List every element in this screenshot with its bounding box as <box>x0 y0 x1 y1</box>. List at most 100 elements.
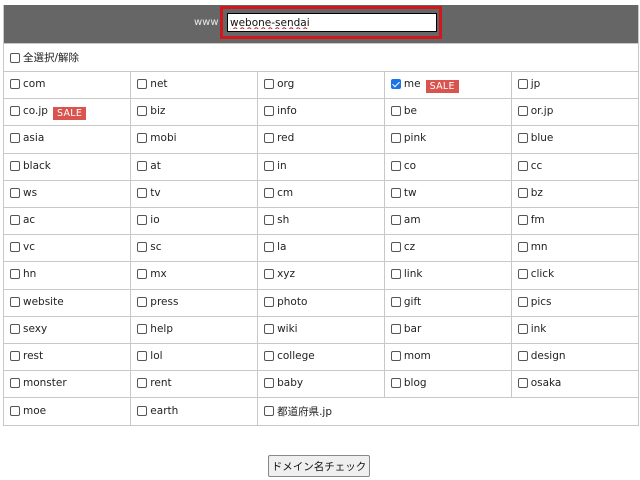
tld-cell[interactable]: sc <box>130 234 259 263</box>
tld-checkbox[interactable] <box>517 323 528 334</box>
tld-cell[interactable]: biz <box>130 98 259 127</box>
tld-checkbox[interactable] <box>264 378 275 389</box>
tld-cell[interactable]: or.jp <box>510 98 638 127</box>
tld-cell[interactable]: college <box>257 342 385 372</box>
tld-checkbox[interactable] <box>264 406 275 417</box>
tld-checkbox[interactable] <box>264 350 275 361</box>
tld-cell[interactable]: help <box>130 315 259 344</box>
tld-checkbox[interactable] <box>517 187 528 198</box>
tld-cell[interactable]: press <box>130 288 259 317</box>
tld-checkbox[interactable] <box>10 323 20 334</box>
tld-cell[interactable]: wiki <box>257 315 385 344</box>
tld-checkbox[interactable] <box>10 242 20 253</box>
tld-checkbox[interactable] <box>10 187 20 198</box>
tld-checkbox[interactable] <box>264 242 275 253</box>
tld-cell[interactable]: io <box>130 206 259 236</box>
tld-checkbox[interactable] <box>137 378 148 389</box>
tld-cell[interactable]: fm <box>510 206 638 236</box>
tld-checkbox[interactable] <box>137 215 148 226</box>
tld-cell[interactable]: red <box>257 125 385 154</box>
tld-cell[interactable]: tw <box>383 179 512 208</box>
tld-cell[interactable]: baby <box>257 370 385 399</box>
tld-cell[interactable]: xyz <box>257 261 385 290</box>
tld-checkbox[interactable] <box>10 296 20 307</box>
tld-cell[interactable]: osaka <box>510 370 638 399</box>
tld-checkbox[interactable] <box>10 215 20 226</box>
tld-checkbox[interactable] <box>137 133 148 144</box>
tld-cell[interactable]: mx <box>130 261 259 290</box>
tld-cell[interactable]: at <box>130 152 259 181</box>
tld-checkbox[interactable] <box>390 160 401 171</box>
tld-cell[interactable]: com <box>4 70 132 100</box>
tld-cell[interactable]: click <box>510 261 638 290</box>
tld-cell[interactable]: co <box>383 152 512 181</box>
tld-cell[interactable]: sh <box>257 206 385 236</box>
tld-checkbox[interactable] <box>264 323 275 334</box>
tld-checkbox[interactable] <box>390 106 401 117</box>
tld-cell[interactable]: rest <box>4 342 132 372</box>
tld-cell[interactable]: ac <box>4 206 132 236</box>
tld-checkbox[interactable] <box>137 242 148 253</box>
tld-checkbox[interactable] <box>10 133 20 144</box>
tld-checkbox[interactable] <box>264 296 275 307</box>
tld-cell[interactable]: net <box>130 70 259 100</box>
tld-cell[interactable]: asia <box>4 125 132 154</box>
tld-checkbox[interactable] <box>390 78 401 89</box>
tld-checkbox[interactable] <box>390 242 401 253</box>
tld-cell[interactable]: pink <box>383 125 512 154</box>
tld-checkbox[interactable] <box>517 79 528 90</box>
tld-checkbox[interactable] <box>517 242 528 253</box>
tld-checkbox[interactable] <box>517 296 528 307</box>
tld-cell[interactable]: vc <box>4 234 132 263</box>
tld-checkbox[interactable] <box>517 378 528 389</box>
tld-checkbox[interactable] <box>264 79 275 90</box>
tld-checkbox[interactable] <box>517 350 528 361</box>
tld-checkbox[interactable] <box>137 405 148 416</box>
domain-name-input[interactable] <box>227 13 437 32</box>
tld-checkbox[interactable] <box>137 79 148 90</box>
tld-checkbox[interactable] <box>517 269 528 280</box>
tld-cell[interactable]: jp <box>510 70 638 100</box>
tld-cell[interactable]: link <box>383 261 512 290</box>
tld-cell[interactable]: bz <box>510 179 638 208</box>
tld-checkbox[interactable] <box>517 160 528 171</box>
tld-cell[interactable]: gift <box>383 288 512 317</box>
tld-cell[interactable]: hn <box>4 261 132 290</box>
tld-checkbox[interactable] <box>137 187 148 198</box>
tld-checkbox[interactable] <box>390 187 401 198</box>
domain-check-button[interactable]: ドメイン名チェック <box>268 455 370 477</box>
tld-cell[interactable]: bar <box>383 315 512 344</box>
tld-checkbox[interactable] <box>517 106 528 117</box>
tld-checkbox[interactable] <box>137 350 148 361</box>
tld-checkbox[interactable] <box>10 269 20 280</box>
tld-checkbox[interactable] <box>10 105 20 116</box>
tld-cell[interactable]: black <box>4 152 132 181</box>
tld-checkbox[interactable] <box>390 296 401 307</box>
tld-cell[interactable]: mn <box>510 234 638 263</box>
tld-checkbox[interactable] <box>517 215 528 226</box>
tld-cell[interactable]: la <box>257 234 385 263</box>
tld-cell[interactable]: monster <box>4 370 132 399</box>
tld-checkbox[interactable] <box>10 405 20 416</box>
tld-cell[interactable]: am <box>383 206 512 236</box>
select-all-row[interactable]: 全選択/解除 <box>4 43 638 71</box>
tld-cell[interactable]: 都道府県.jp <box>257 397 638 425</box>
tld-cell[interactable]: sexy <box>4 315 132 344</box>
tld-cell[interactable]: org <box>257 70 385 100</box>
tld-cell[interactable]: earth <box>130 397 259 425</box>
tld-checkbox[interactable] <box>137 323 148 334</box>
tld-checkbox[interactable] <box>264 133 275 144</box>
tld-checkbox[interactable] <box>390 215 401 226</box>
tld-checkbox[interactable] <box>390 323 401 334</box>
tld-cell[interactable]: me SALE <box>383 70 512 100</box>
tld-cell[interactable]: cm <box>257 179 385 208</box>
select-all-checkbox[interactable] <box>10 52 20 63</box>
tld-cell[interactable]: in <box>257 152 385 181</box>
tld-cell[interactable]: mobi <box>130 125 259 154</box>
tld-checkbox[interactable] <box>390 133 401 144</box>
tld-cell[interactable]: ws <box>4 179 132 208</box>
tld-checkbox[interactable] <box>10 350 20 361</box>
tld-cell[interactable]: tv <box>130 179 259 208</box>
tld-checkbox[interactable] <box>390 269 401 280</box>
tld-checkbox[interactable] <box>264 160 275 171</box>
